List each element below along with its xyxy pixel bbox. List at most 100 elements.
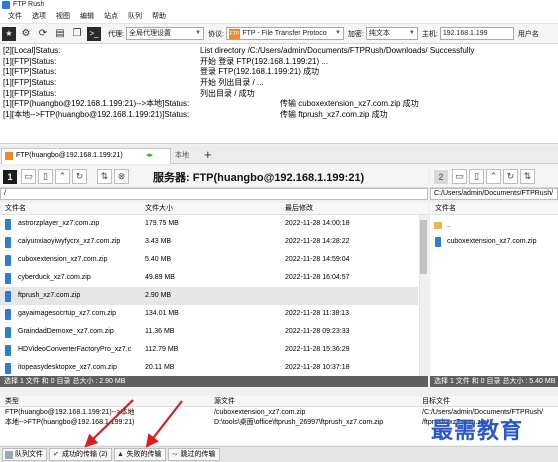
parent-folder-row[interactable]: .. — [430, 218, 558, 234]
tab-failed-transfers[interactable]: ▲ 失败的传输 — [113, 448, 166, 461]
file-row[interactable]: cuboxextension_xz7.com.zip — [430, 234, 558, 250]
log-line: [1][FTP]Status: 列出目录 / 成功 — [3, 89, 555, 100]
monitor-icon[interactable]: ▭ — [452, 169, 467, 184]
file-row[interactable]: cyberduck_xz7.com.zip 49.89 MB 2022-11-28 … — [0, 269, 418, 287]
file-name: GraindadDemoxe_xz7.com.zip — [18, 328, 114, 335]
protocol-value: FTP - File Transfer Protoco — [242, 30, 327, 37]
proxy-label: 代理: — [108, 30, 124, 38]
remote-file-list: astrorzplayer_xz7.com.zip 179.75 MB 2022-1… — [0, 215, 428, 376]
menu-edit[interactable]: 编辑 — [75, 10, 99, 24]
file-name: HDVideoConverterFactoryPro_xz7.c — [18, 346, 132, 353]
tab-successful-transfers[interactable]: ✔ 成功的传输 (2) — [49, 448, 112, 461]
copy-icon[interactable]: ❐ — [70, 27, 84, 41]
menu-help[interactable]: 帮助 — [147, 10, 171, 24]
main-toolbar: ★ ⚙ ⟳ ▤ ❐ >_ 代理: 全局代理设置 ▼ 协议: FTP FTP - F… — [0, 24, 558, 44]
column-name[interactable]: 文件名 — [435, 205, 456, 212]
transfer-icon[interactable]: ⇅ — [97, 169, 112, 184]
column-type[interactable]: 类型 — [5, 396, 19, 407]
tab-label: 成功的传输 (2) — [62, 451, 108, 458]
column-source[interactable]: 源文件 — [214, 396, 235, 407]
zip-file-icon — [5, 237, 11, 248]
ftp-icon — [5, 152, 13, 160]
gear-icon[interactable]: ⚙ — [19, 27, 33, 41]
column-target[interactable]: 目标文件 — [422, 396, 450, 407]
stop-icon[interactable]: ⊗ — [114, 169, 129, 184]
file-row[interactable]: astrorzplayer_xz7.com.zip 179.75 MB 2022-1… — [0, 215, 418, 233]
menu-queue[interactable]: 队列 — [123, 10, 147, 24]
local-path-input[interactable]: C:/Users/admin/Documents/FTPRush/ — [430, 188, 558, 200]
protocol-select[interactable]: FTP FTP - File Transfer Protoco ▼ — [225, 27, 344, 40]
menu-site[interactable]: 站点 — [99, 10, 123, 24]
file-row[interactable]: HDVideoConverterFactoryPro_xz7.c 112.79 M… — [0, 341, 418, 359]
menu-options[interactable]: 选项 — [27, 10, 51, 24]
queue-type: FTP(huangbo@192.168.1.199:21)-->本地 — [5, 409, 135, 416]
column-name[interactable]: 文件名 — [5, 203, 26, 215]
host-input[interactable]: 192.168.1.199 — [439, 27, 514, 40]
tab-queue-files[interactable]: 队列文件 — [2, 448, 47, 461]
window-title: FTP Rush — [13, 1, 45, 8]
menu-view[interactable]: 视图 — [51, 10, 75, 24]
add-tab-button[interactable]: + — [204, 147, 212, 162]
tab-label: 失败的传输 — [126, 451, 162, 458]
file-date: 2022-11-28 11:38:13 — [285, 310, 349, 317]
menu-file[interactable]: 文件 — [3, 10, 27, 24]
title-bar: FTP Rush — [0, 0, 558, 10]
monitor-icon[interactable]: ▭ — [21, 169, 36, 184]
local-pane-toolbar: 2 ▭ ▯ ⌃ ↻ ⇅ — [430, 166, 558, 188]
refresh-icon[interactable]: ⟳ — [36, 27, 50, 41]
document-icon[interactable]: ▤ — [53, 27, 67, 41]
ftp-icon: FTP — [228, 29, 241, 39]
log-panel: [2][Local]Status: List directory /C:/User… — [0, 44, 558, 144]
refresh-icon[interactable]: ↻ — [503, 169, 518, 184]
log-source: [1][FTP]Status: — [3, 78, 57, 88]
log-source: [1][FTP]Status: — [3, 56, 57, 66]
bookmark-icon[interactable]: ▯ — [469, 169, 484, 184]
proxy-select[interactable]: 全局代理设置 ▼ — [125, 27, 204, 40]
remote-status-bar: 选择 1 文件 和 0 目录 总大小 : 2.90 MB — [0, 376, 428, 387]
log-message: 传输 ftprush_xz7.com.zip 成功 — [280, 110, 388, 120]
file-row-selected[interactable]: ftprush_xz7.com.zip 2.90 MB — [0, 287, 418, 305]
host-label: 主机: — [421, 30, 438, 38]
up-folder-icon[interactable]: ⌃ — [486, 169, 501, 184]
file-row[interactable]: cuboxextension_xz7.com.zip 5.40 MB 2022-11… — [0, 251, 418, 269]
queue-type: 本地-->FTP(huangbo@192.168.1.199:21) — [5, 419, 135, 426]
star-icon[interactable]: ★ — [2, 26, 16, 41]
tab-ftp-session[interactable]: FTP(huangbo@192.168.1.199:21) ◂▸ — [1, 148, 171, 164]
refresh-icon[interactable]: ↻ — [72, 169, 87, 184]
file-row[interactable]: itopeasydesktopxe_xz7.com.zip 20.11 MB 202… — [0, 359, 418, 376]
chevron-down-icon: ▼ — [408, 30, 415, 36]
column-modified[interactable]: 最后修改 — [285, 203, 313, 215]
scrollbar-thumb[interactable] — [420, 220, 427, 274]
skip-icon: ⤳ — [171, 450, 178, 458]
zip-file-icon — [5, 309, 11, 320]
app-icon — [2, 1, 10, 9]
remote-pane-toolbar: 1 ▭ ▯ ⌃ ↻ ⇅ ⊗ 服务器: FTP(huangbo@192.168.1… — [0, 166, 428, 188]
log-message: 开始 列出目录 / ... — [200, 78, 264, 88]
tab-label: 跳过的传输 — [180, 451, 216, 458]
file-size: 179.75 MB — [145, 220, 179, 227]
remote-path-input[interactable]: / — [0, 188, 428, 200]
column-size[interactable]: 文件大小 — [145, 203, 173, 215]
bookmark-icon[interactable]: ▯ — [38, 169, 53, 184]
queue-source: D:\tools\桌面\office\ftprush_26997\ftprush… — [214, 419, 384, 426]
file-row[interactable]: caiyunxiaoyiwyfycrx_xz7.com.zip 3.43 MB 20… — [0, 233, 418, 251]
log-line: [2][Local]Status: List directory /C:/User… — [3, 46, 555, 57]
terminal-icon[interactable]: >_ — [87, 26, 101, 41]
queue-icon — [5, 450, 13, 459]
file-row[interactable]: GraindadDemoxe_xz7.com.zip 11.36 MB 2022-1… — [0, 323, 418, 341]
protocol-label: 协议: — [207, 30, 224, 38]
log-message: List directory /C:/Users/admin/Documents… — [200, 46, 475, 55]
tab-skipped-transfers[interactable]: ⤳ 跳过的传输 — [167, 448, 220, 461]
transfer-icon[interactable]: ⇅ — [520, 169, 535, 184]
zip-file-icon — [5, 291, 11, 302]
local-file-header: 文件名 — [430, 203, 558, 215]
encrypt-value: 纯文本 — [368, 30, 390, 37]
file-row[interactable]: gayaimagesocrtup_xz7.com.zip 134.01 MB 202… — [0, 305, 418, 323]
encrypt-select[interactable]: 纯文本 ▼ — [365, 27, 418, 40]
server-label: 服务器: FTP(huangbo@192.168.1.199:21) — [153, 171, 365, 184]
log-line: [1][FTP]Status: 开始 列出目录 / ... — [3, 78, 555, 89]
file-size: 5.40 MB — [145, 256, 172, 263]
file-date: 2022-11-28 14:59:04 — [285, 256, 350, 263]
up-folder-icon[interactable]: ⌃ — [55, 169, 70, 184]
tab-local[interactable]: 本地 — [175, 150, 189, 160]
